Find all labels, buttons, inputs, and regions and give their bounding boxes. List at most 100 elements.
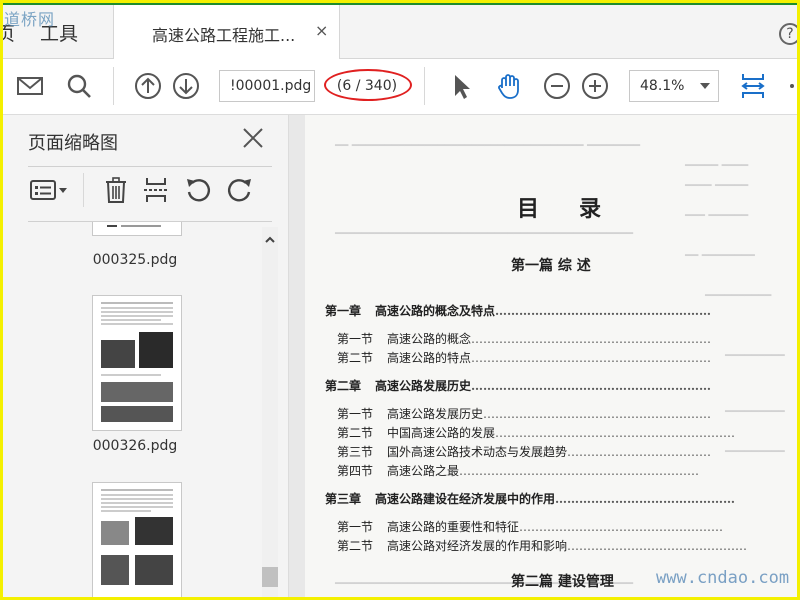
toc-entry[interactable]: 第二章 高速公路发展历史…………………………………………………… bbox=[325, 377, 711, 394]
toc-leader: ……………………………… bbox=[567, 445, 712, 459]
toc-number: 第一节 bbox=[337, 332, 374, 346]
bleed-through-marks: ━━━━━━━━━ bbox=[725, 349, 785, 362]
toc-title: 高速公路的重要性和特征 bbox=[387, 520, 520, 534]
toc-leader: …………………………………………………… bbox=[471, 351, 712, 365]
next-page-icon[interactable] bbox=[171, 71, 201, 101]
toc-leader: ……………………………………… bbox=[567, 539, 748, 553]
toc-entry[interactable]: 第一节 高速公路的重要性和特征…………………………………………… bbox=[337, 518, 723, 535]
toc-title: 高速公路发展历史 bbox=[375, 379, 472, 393]
toc-title: 国外高速公路技术动态与发展趋势 bbox=[387, 445, 568, 459]
part-heading: 第二篇 建设管理 bbox=[511, 574, 614, 590]
toc-leader: ……………………………………………… bbox=[495, 304, 712, 318]
zoom-value: 48.1% bbox=[640, 78, 685, 94]
more-icon[interactable] bbox=[784, 71, 798, 101]
toc-number: 第二节 bbox=[337, 351, 374, 365]
toc-leader: ……………………………………… bbox=[555, 492, 736, 506]
toc-entry[interactable]: 第三章 高速公路建设在经济发展中的作用……………………………………… bbox=[325, 490, 735, 507]
bleed-through-marks: ━━━━━━━━━━ bbox=[705, 289, 772, 302]
scrollbar-thumb[interactable] bbox=[262, 567, 278, 587]
document-page: ━━ ━━━━━━━━ ━━━━━━━━━ ━━━━━━━━━ ━━━━━━━━━ ━… bbox=[305, 115, 800, 600]
rotate-right-icon[interactable] bbox=[225, 175, 255, 205]
bleed-through-marks: ━━━━━ ━━━━ bbox=[685, 159, 749, 172]
toc-entry[interactable]: 第三节 国外高速公路技术动态与发展趋势……………………………… bbox=[337, 443, 711, 460]
toc-title: 高速公路的概念及特点 bbox=[375, 304, 496, 318]
toolbar-separator bbox=[113, 67, 114, 105]
page-number-input[interactable]: !00001.pdg bbox=[219, 70, 315, 102]
bleed-through-marks: ━━━━━━━━━ bbox=[725, 405, 785, 418]
toc-title: 高速公路之最 bbox=[387, 464, 460, 478]
toc-number: 第一节 bbox=[337, 520, 374, 534]
toc-leader: …………………………………………………… bbox=[459, 464, 700, 478]
thumbnail-scrollbar[interactable] bbox=[262, 227, 278, 600]
help-icon[interactable]: ? bbox=[779, 23, 800, 45]
sidebar-separator bbox=[83, 173, 84, 207]
document-heading: 目录 bbox=[517, 196, 642, 222]
fit-page-icon[interactable] bbox=[738, 71, 768, 101]
toolbar: !00001.pdg (6 / 340) 48.1% bbox=[0, 59, 800, 115]
bleed-through-marks: ━━━━━━━━━ bbox=[725, 445, 785, 458]
sidebar-title: 页面缩略图 bbox=[28, 133, 118, 154]
zoom-out-icon[interactable] bbox=[542, 71, 572, 101]
toc-leader: ………………………………………………… bbox=[483, 407, 712, 421]
document-viewport[interactable]: ━━ ━━━━━━━━ ━━━━━━━━━ ━━━━━━━━━ ━━━━━━━━━ ━… bbox=[289, 115, 800, 600]
toc-number: 第二节 bbox=[337, 539, 374, 553]
toc-number: 第一节 bbox=[337, 407, 374, 421]
toc-title: 中国高速公路的发展 bbox=[387, 426, 496, 440]
toc-entry[interactable]: 第一节 高速公路的概念…………………………………………………… bbox=[337, 330, 711, 347]
toc-entry[interactable]: 第二节 高速公路的特点…………………………………………………… bbox=[337, 349, 711, 366]
tab-document-title: 高速公路工程施工... bbox=[152, 26, 296, 45]
red-highlight-circle bbox=[324, 69, 412, 101]
toolbar-separator bbox=[424, 67, 425, 105]
bleed-through-marks: ━━ ━━━━━━━━ bbox=[685, 249, 755, 262]
tab-close-icon[interactable]: × bbox=[315, 21, 328, 40]
trash-icon[interactable] bbox=[101, 175, 131, 205]
scroll-up-icon[interactable] bbox=[263, 233, 277, 247]
toc-entry[interactable]: 第一章 高速公路的概念及特点……………………………………………… bbox=[325, 302, 711, 319]
site-watermark-bottom: www.cndao.com bbox=[656, 568, 790, 588]
thumbnail-options-icon[interactable] bbox=[28, 175, 70, 205]
sidebar-divider bbox=[28, 166, 272, 167]
toc-leader: …………………………………………………… bbox=[471, 379, 712, 393]
close-icon[interactable] bbox=[240, 125, 266, 151]
toc-number: 第四节 bbox=[337, 464, 374, 478]
toc-number: 第三章 bbox=[325, 492, 362, 506]
toc-title: 高速公路对经济发展的作用和影响 bbox=[387, 539, 568, 553]
page-thumbnail[interactable] bbox=[92, 222, 182, 236]
toc-leader: …………………………………………………… bbox=[471, 332, 712, 346]
toc-title: 高速公路建设在经济发展中的作用 bbox=[375, 492, 556, 506]
toc-title: 高速公路的概念 bbox=[387, 332, 472, 346]
thumbnail-label: 000325.pdg bbox=[92, 252, 178, 268]
bleed-through-marks: ━━ ━━━━━━━━━━━━━━━━━━━━━━━━━━━━━━━━━━━ ━… bbox=[335, 139, 641, 152]
thumbnail-list[interactable]: 000325.pdg 000326.pdg bbox=[0, 222, 262, 600]
toc-number: 第二节 bbox=[337, 426, 374, 440]
search-icon[interactable] bbox=[64, 71, 94, 101]
thumbnail-sidebar: 页面缩略图 000325.pdg 000326.pdg bbox=[0, 115, 289, 600]
window-top-stripe bbox=[0, 0, 800, 5]
toc-entry[interactable]: 第四节 高速公路之最…………………………………………………… bbox=[337, 462, 699, 479]
extract-pages-icon[interactable] bbox=[141, 175, 171, 205]
mail-icon[interactable] bbox=[15, 71, 45, 101]
hand-tool-icon[interactable] bbox=[494, 71, 524, 101]
bleed-through-marks: ━━━━━━━━━━━━━━━━━━━━━━━━━━━━━━━━━━━━━━━━… bbox=[335, 227, 634, 240]
site-watermark-top: 道桥网 bbox=[4, 10, 56, 29]
previous-page-icon[interactable] bbox=[133, 71, 163, 101]
tab-document[interactable]: 高速公路工程施工... × bbox=[113, 5, 340, 59]
thumbnail-label: 000326.pdg bbox=[92, 438, 178, 454]
zoom-select[interactable]: 48.1% bbox=[629, 70, 719, 102]
select-arrow-icon[interactable] bbox=[446, 71, 476, 101]
toc-number: 第三节 bbox=[337, 445, 374, 459]
toc-title: 高速公路发展历史 bbox=[387, 407, 484, 421]
toc-title: 高速公路的特点 bbox=[387, 351, 472, 365]
toc-number: 第二章 bbox=[325, 379, 362, 393]
rotate-left-icon[interactable] bbox=[183, 175, 213, 205]
toc-number: 第一章 bbox=[325, 304, 362, 318]
zoom-in-icon[interactable] bbox=[580, 71, 610, 101]
toc-entry[interactable]: 第一节 高速公路发展历史………………………………………………… bbox=[337, 405, 711, 422]
toc-entry[interactable]: 第二节 中国高速公路的发展…………………………………………………… bbox=[337, 424, 735, 441]
tab-bar: 页 工具 高速公路工程施工... × ? bbox=[0, 5, 800, 59]
chevron-down-icon bbox=[700, 83, 710, 89]
part-heading: 第一篇 综 述 bbox=[511, 258, 591, 274]
page-thumbnail[interactable] bbox=[92, 295, 182, 431]
toc-entry[interactable]: 第二节 高速公路对经济发展的作用和影响……………………………………… bbox=[337, 537, 747, 554]
page-thumbnail[interactable] bbox=[92, 482, 182, 600]
